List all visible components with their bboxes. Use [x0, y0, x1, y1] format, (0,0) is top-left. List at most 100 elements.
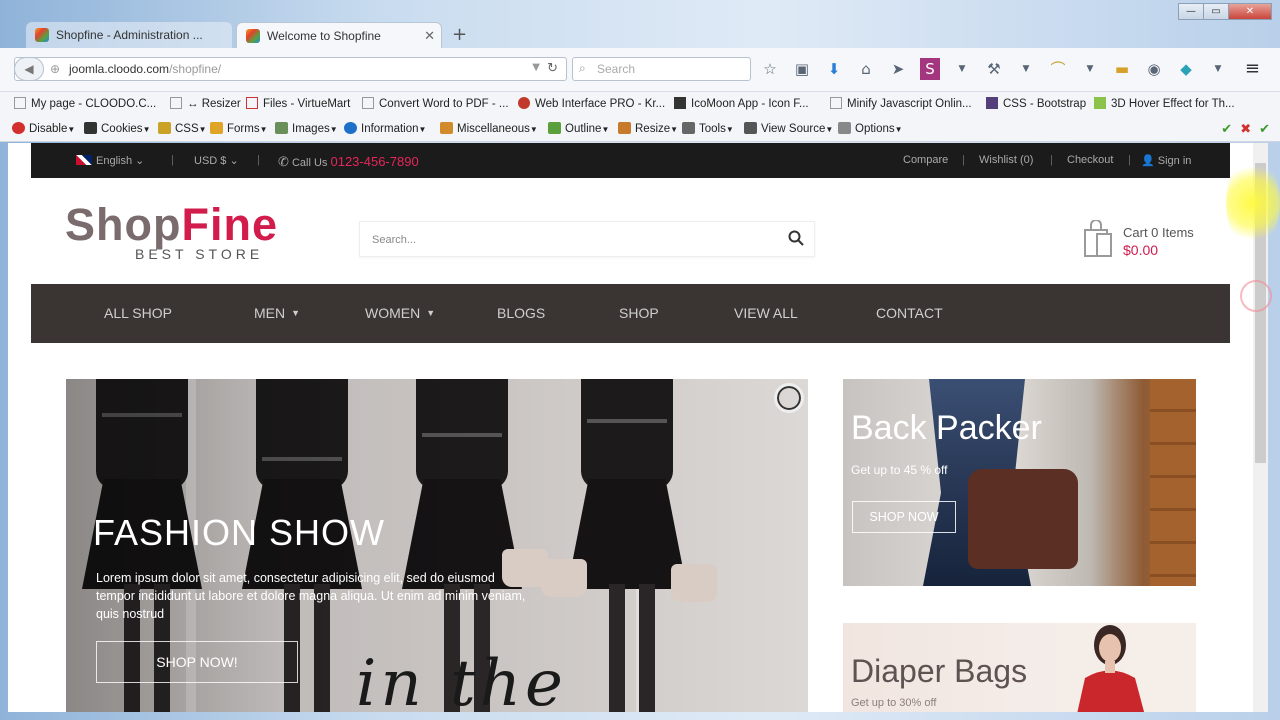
signin-link[interactable]: 👤 Sign in [1141, 154, 1191, 167]
close-window-button[interactable]: ✕ [1228, 3, 1272, 20]
language-select[interactable]: English ⌄ [76, 154, 144, 167]
tab-shopfine-admin[interactable]: Shopfine - Administration ... [26, 22, 232, 48]
colorzilla-icon[interactable]: ⌒ [1048, 58, 1068, 80]
diamond-icon[interactable]: ◆ [1176, 58, 1196, 80]
checkout-link[interactable]: Checkout [1067, 154, 1113, 166]
devtool-information[interactable]: Information▼ [344, 122, 426, 135]
dropdown-icon[interactable]: ▼ [1080, 58, 1100, 80]
search-icon[interactable] [788, 230, 804, 246]
menu-icon[interactable]: ≡ [1245, 58, 1260, 79]
page-icon [830, 97, 842, 109]
call-us: ✆ Call Us 0123-456-7890 [278, 154, 419, 169]
chat-icon[interactable]: ◉ [1144, 58, 1164, 80]
promo-shop-now-button[interactable]: SHOP NOW [852, 501, 956, 533]
reload-icon[interactable]: ↻ [547, 61, 558, 76]
hover-effect-icon [1094, 97, 1106, 109]
view-source-icon [744, 122, 757, 134]
site-search-input[interactable]: Search... [359, 221, 815, 257]
bookmark-star-icon[interactable]: ☆ [760, 58, 780, 80]
url-dropdown-icon[interactable]: ▼ [532, 62, 540, 73]
devtool-images[interactable]: Images▼ [275, 122, 338, 135]
page-icon [14, 97, 26, 109]
nav-contact[interactable]: CONTACT [876, 305, 943, 321]
web-developer-toolbar: Disable▼ Cookies▼ CSS▼ Forms▼ Images▼ In… [0, 117, 1280, 142]
tools-icon[interactable]: ⚒ [984, 58, 1004, 80]
currency-select[interactable]: USD $ ⌄ [194, 154, 239, 167]
hero-title: FASHION SHOW [93, 512, 386, 553]
css-icon [158, 122, 171, 134]
maximize-button[interactable]: ▭ [1203, 3, 1229, 20]
promo-title: Diaper Bags [851, 653, 1028, 689]
bookmark-item[interactable]: IcoMoon App - Icon F... [674, 97, 809, 110]
promo-backpacker[interactable]: Back Packer Get up to 45 % off SHOP NOW [843, 379, 1196, 586]
devtool-view-source[interactable]: View Source▼ [744, 122, 833, 135]
site-logo[interactable]: ShopFine [65, 202, 278, 248]
nav-women[interactable]: WOMEN ▼ [365, 305, 435, 321]
error-icon[interactable]: ✖ [1240, 121, 1251, 137]
devtool-options[interactable]: Options▼ [838, 122, 903, 135]
disable-icon [12, 122, 25, 134]
back-arrow-icon[interactable]: ◀ [14, 57, 44, 81]
address-bar[interactable]: ◀ ⊕ joomla.cloodo.com/shopfine/ ▼ ↻ [14, 57, 567, 81]
home-icon[interactable]: ⌂ [856, 58, 876, 80]
cookies-icon [84, 122, 97, 134]
check-icon[interactable]: ✔ [1259, 121, 1270, 137]
compare-link[interactable]: Compare [903, 154, 948, 166]
reading-list-icon[interactable]: ▣ [792, 58, 812, 80]
bookmark-item[interactable]: CSS - Bootstrap [986, 97, 1086, 110]
hero-slider[interactable]: FASHION SHOW Lorem ipsum dolor sit amet,… [66, 379, 808, 712]
new-tab-button[interactable]: + [452, 22, 467, 48]
browser-search-input[interactable]: ⌕ Search [572, 57, 751, 81]
devtool-resize[interactable]: Resize▼ [618, 122, 678, 135]
nav-shop[interactable]: SHOP [619, 305, 659, 321]
wishlist-link[interactable]: Wishlist (0) [979, 154, 1033, 166]
phone-number[interactable]: 0123-456-7890 [330, 154, 418, 169]
dropdown-icon[interactable]: ▼ [1016, 58, 1036, 80]
tab-welcome-shopfine[interactable]: Welcome to Shopfine ✕ [236, 22, 442, 48]
minimize-button[interactable]: — [1178, 3, 1204, 20]
extension-s-icon[interactable]: S [920, 58, 940, 80]
dropdown-icon[interactable]: ▼ [1208, 58, 1228, 80]
devtool-css[interactable]: CSS▼ [158, 122, 207, 135]
bookmark-item[interactable]: Web Interface PRO - Kr... [518, 97, 665, 110]
devtool-miscellaneous[interactable]: Miscellaneous▼ [440, 122, 538, 135]
folder-icon[interactable]: ▬ [1112, 58, 1132, 80]
forms-icon [210, 122, 223, 134]
bookmark-item[interactable]: Minify Javascript Onlin... [830, 97, 972, 110]
nav-all-shop[interactable]: ALL SHOP [104, 305, 172, 321]
promo-diaper-bags[interactable]: Diaper Bags Get up to 30% off [843, 623, 1196, 712]
cursor-highlight [1226, 158, 1280, 248]
devtool-tools[interactable]: Tools▼ [682, 122, 734, 135]
send-icon[interactable]: ➤ [888, 58, 908, 80]
dropdown-icon[interactable]: ▼ [952, 58, 972, 80]
cart-widget[interactable]: Cart 0 Items $0.00 [1083, 220, 1223, 266]
topbar-separator: | [1050, 154, 1053, 166]
nav-view-all[interactable]: VIEW ALL [734, 305, 798, 321]
caret-down-icon: ▼ [291, 308, 301, 318]
hero-shop-now-button[interactable]: SHOP NOW! [96, 641, 298, 683]
bookmark-item[interactable]: Convert Word to PDF - ... [362, 97, 509, 110]
bookmark-item[interactable]: 3D Hover Effect for Th... [1094, 97, 1235, 110]
tab-close-icon[interactable]: ✕ [424, 23, 435, 49]
devtool-disable[interactable]: Disable▼ [12, 122, 75, 135]
devtool-forms[interactable]: Forms▼ [210, 122, 268, 135]
nav-blogs[interactable]: BLOGS [497, 305, 545, 321]
nav-men[interactable]: MEN ▼ [254, 305, 300, 321]
bookmark-item[interactable]: My page - CLOODO.C... [14, 97, 156, 110]
model-figure [1077, 625, 1145, 712]
devtool-outline[interactable]: Outline▼ [548, 122, 609, 135]
devtool-cookies[interactable]: Cookies▼ [84, 122, 150, 135]
bookmark-item[interactable]: ↔ Resizer [170, 97, 241, 110]
tools-icon [682, 122, 695, 134]
globe-icon: ⊕ [50, 62, 61, 76]
shopping-bag-icon [1084, 220, 1112, 257]
caret-down-icon: ▼ [426, 308, 436, 318]
hero-script-text: in the [356, 647, 567, 712]
url-text[interactable]: joomla.cloodo.com/shopfine/ [69, 62, 221, 76]
topbar-separator: | [962, 154, 965, 166]
window-controls: — ▭ ✕ [1178, 3, 1272, 20]
promo-subtitle: Get up to 45 % off [851, 463, 948, 477]
check-icon[interactable]: ✔ [1221, 121, 1232, 137]
download-icon[interactable]: ⬇ [824, 58, 844, 80]
bookmark-item[interactable]: Files - VirtueMart [246, 97, 350, 110]
